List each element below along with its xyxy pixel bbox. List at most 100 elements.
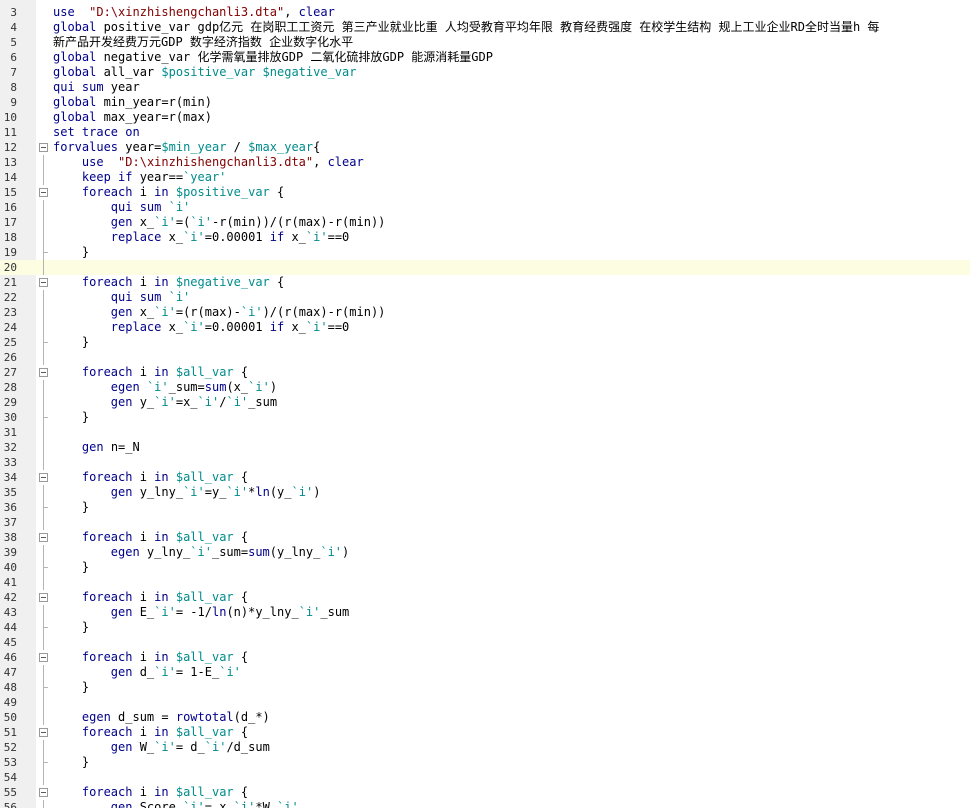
code-line[interactable]: 37 xyxy=(0,515,970,530)
do-file-editor[interactable]: 3 use "D:\xinzhishengchanli3.dta", clear 4… xyxy=(0,0,970,808)
code-text[interactable]: } xyxy=(53,335,89,350)
code-text[interactable]: egen y_lny_`i'_sum=sum(y_lny_`i') xyxy=(53,545,349,560)
code-line[interactable]: 42 foreach i in $all_var { xyxy=(0,590,970,605)
code-text[interactable]: global all_var $positive_var $negative_v… xyxy=(53,65,356,80)
code-text[interactable]: qui sum year xyxy=(53,80,140,95)
code-text[interactable]: foreach i in $all_var { xyxy=(53,785,248,800)
code-line[interactable]: 34 foreach i in $all_var { xyxy=(0,470,970,485)
code-text[interactable]: } xyxy=(53,560,89,575)
fold-collapse-icon[interactable] xyxy=(39,533,48,542)
code-line[interactable]: 18 replace x_`i'=0.00001 if x_`i'==0 xyxy=(0,230,970,245)
code-text[interactable]: } xyxy=(53,245,89,260)
fold-collapse-icon[interactable] xyxy=(39,143,48,152)
code-line[interactable]: 51 foreach i in $all_var { xyxy=(0,725,970,740)
code-line[interactable]: 31 xyxy=(0,425,970,440)
code-text[interactable]: } xyxy=(53,680,89,695)
code-text[interactable]: qui sum `i' xyxy=(53,290,191,305)
code-text[interactable]: gen y_`i'=x_`i'/`i'_sum xyxy=(53,395,277,410)
code-line[interactable]: 21 foreach i in $negative_var { xyxy=(0,275,970,290)
code-text[interactable]: use "D:\xinzhishengchanli3.dta", clear xyxy=(53,5,335,20)
code-text[interactable]: foreach i in $all_var { xyxy=(53,470,248,485)
code-line[interactable]: 48 } xyxy=(0,680,970,695)
code-line[interactable]: 35 gen y_lny_`i'=y_`i'*ln(y_`i') xyxy=(0,485,970,500)
code-line[interactable]: 53 } xyxy=(0,755,970,770)
code-line[interactable]: 54 xyxy=(0,770,970,785)
code-line[interactable]: 11 set trace on xyxy=(0,125,970,140)
code-text[interactable]: 新产品开发经费万元GDP 数字经济指数 企业数字化水平 xyxy=(53,35,353,50)
code-text[interactable]: egen d_sum = rowtotal(d_*) xyxy=(53,710,270,725)
code-line[interactable]: 26 xyxy=(0,350,970,365)
code-line[interactable]: 19 } xyxy=(0,245,970,260)
code-line[interactable]: 8 qui sum year xyxy=(0,80,970,95)
code-text[interactable]: gen Score_`i'= x_`i'*W_`i' xyxy=(53,800,299,808)
code-line[interactable]: 49 xyxy=(0,695,970,710)
fold-collapse-icon[interactable] xyxy=(39,788,48,797)
code-text[interactable]: global min_year=r(min) xyxy=(53,95,212,110)
code-line[interactable]: 17 gen x_`i'=(`i'-r(min))/(r(max)-r(min)… xyxy=(0,215,970,230)
code-text[interactable]: gen y_lny_`i'=y_`i'*ln(y_`i') xyxy=(53,485,321,500)
code-text[interactable]: foreach i in $positive_var { xyxy=(53,185,284,200)
code-line[interactable]: 56 gen Score_`i'= x_`i'*W_`i' xyxy=(0,800,970,808)
fold-collapse-icon[interactable] xyxy=(39,653,48,662)
code-line[interactable]: 22 qui sum `i' xyxy=(0,290,970,305)
code-line[interactable]: 36 } xyxy=(0,500,970,515)
code-line[interactable]: 50 egen d_sum = rowtotal(d_*) xyxy=(0,710,970,725)
code-text[interactable]: replace x_`i'=0.00001 if x_`i'==0 xyxy=(53,320,350,335)
code-line[interactable]: 28 egen `i'_sum=sum(x_`i') xyxy=(0,380,970,395)
code-text[interactable]: } xyxy=(53,410,89,425)
code-line[interactable]: 29 gen y_`i'=x_`i'/`i'_sum xyxy=(0,395,970,410)
code-line[interactable]: 45 xyxy=(0,635,970,650)
code-line[interactable]: 7 global all_var $positive_var $negative_… xyxy=(0,65,970,80)
code-line[interactable]: 38 foreach i in $all_var { xyxy=(0,530,970,545)
fold-collapse-icon[interactable] xyxy=(39,473,48,482)
code-line[interactable]: 4 global positive_var gdp亿元 在岗职工工资元 第三产业就… xyxy=(0,20,970,35)
code-text[interactable]: egen `i'_sum=sum(x_`i') xyxy=(53,380,277,395)
code-text[interactable]: replace x_`i'=0.00001 if x_`i'==0 xyxy=(53,230,350,245)
code-text[interactable]: foreach i in $all_var { xyxy=(53,650,248,665)
code-text[interactable]: foreach i in $all_var { xyxy=(53,530,248,545)
code-text[interactable]: set trace on xyxy=(53,125,140,140)
code-line[interactable]: 13 use "D:\xinzhishengchanli3.dta", clea… xyxy=(0,155,970,170)
fold-collapse-icon[interactable] xyxy=(39,368,48,377)
code-text[interactable]: foreach i in $all_var { xyxy=(53,590,248,605)
code-line[interactable]: 15 foreach i in $positive_var { xyxy=(0,185,970,200)
fold-collapse-icon[interactable] xyxy=(39,728,48,737)
code-line[interactable]: 6 global negative_var 化学需氧量排放GDP 二氧化硫排放GD… xyxy=(0,50,970,65)
code-line[interactable]: 46 foreach i in $all_var { xyxy=(0,650,970,665)
code-line[interactable]: 52 gen W_`i'= d_`i'/d_sum xyxy=(0,740,970,755)
code-line[interactable]: 55 foreach i in $all_var { xyxy=(0,785,970,800)
code-line[interactable]: 41 xyxy=(0,575,970,590)
code-line[interactable]: 40 } xyxy=(0,560,970,575)
code-line[interactable]: 30 } xyxy=(0,410,970,425)
code-text[interactable]: gen x_`i'=(r(max)-`i')/(r(max)-r(min)) xyxy=(53,305,386,320)
code-line[interactable]: 3 use "D:\xinzhishengchanli3.dta", clear xyxy=(0,5,970,20)
code-text[interactable]: } xyxy=(53,755,89,770)
code-text[interactable]: qui sum `i' xyxy=(53,200,191,215)
code-line[interactable]: 12 forvalues year=$min_year / $max_year{ xyxy=(0,140,970,155)
code-line[interactable]: 39 egen y_lny_`i'_sum=sum(y_lny_`i') xyxy=(0,545,970,560)
code-text[interactable]: } xyxy=(53,620,89,635)
fold-collapse-icon[interactable] xyxy=(39,278,48,287)
code-line[interactable]: 16 qui sum `i' xyxy=(0,200,970,215)
code-line[interactable]: 25 } xyxy=(0,335,970,350)
code-text[interactable]: forvalues year=$min_year / $max_year{ xyxy=(53,140,320,155)
fold-collapse-icon[interactable] xyxy=(39,593,48,602)
code-line[interactable]: 32 gen n=_N xyxy=(0,440,970,455)
code-line[interactable]: 10 global max_year=r(max) xyxy=(0,110,970,125)
code-line[interactable]: 44 } xyxy=(0,620,970,635)
code-text[interactable]: global positive_var gdp亿元 在岗职工工资元 第三产业就业… xyxy=(53,20,879,35)
code-text[interactable]: foreach i in $all_var { xyxy=(53,725,248,740)
code-line[interactable]: 27 foreach i in $all_var { xyxy=(0,365,970,380)
code-text[interactable]: global max_year=r(max) xyxy=(53,110,212,125)
code-line[interactable]: 20 xyxy=(0,260,970,275)
fold-collapse-icon[interactable] xyxy=(39,188,48,197)
code-line[interactable]: 43 gen E_`i'= -1/ln(n)*y_lny_`i'_sum xyxy=(0,605,970,620)
code-line[interactable]: 33 xyxy=(0,455,970,470)
code-line[interactable]: 5 新产品开发经费万元GDP 数字经济指数 企业数字化水平 xyxy=(0,35,970,50)
code-text[interactable]: } xyxy=(53,500,89,515)
code-line[interactable]: 9 global min_year=r(min) xyxy=(0,95,970,110)
code-text[interactable]: gen W_`i'= d_`i'/d_sum xyxy=(53,740,270,755)
code-line[interactable]: 23 gen x_`i'=(r(max)-`i')/(r(max)-r(min)… xyxy=(0,305,970,320)
code-text[interactable]: keep if year==`year' xyxy=(53,170,227,185)
code-text[interactable]: gen d_`i'= 1-E_`i' xyxy=(53,665,241,680)
